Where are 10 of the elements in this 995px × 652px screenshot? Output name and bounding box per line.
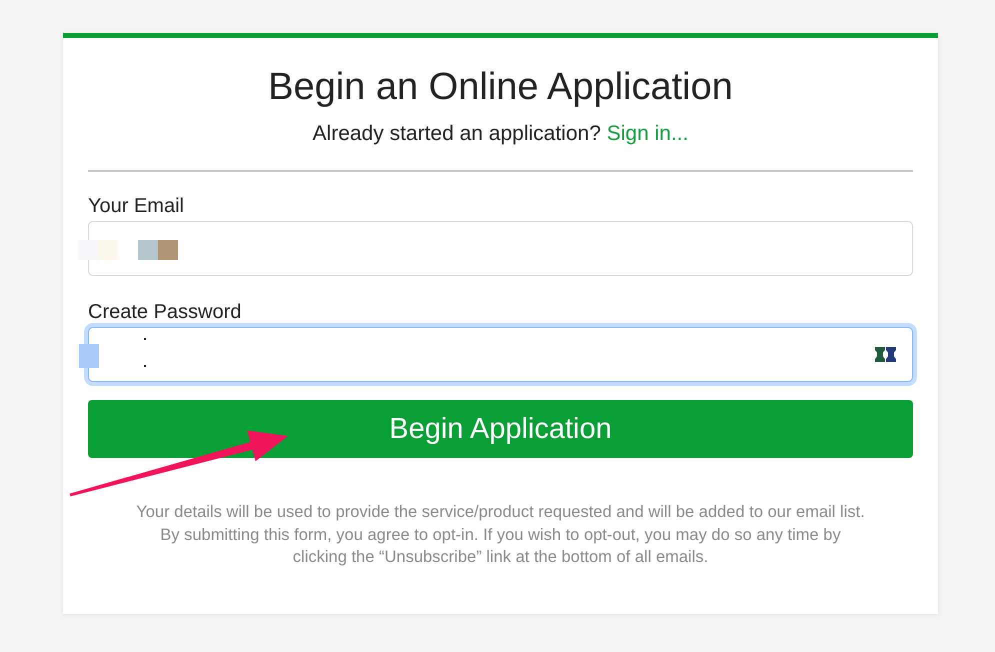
redaction-drawing (79, 338, 149, 369)
page-title: Begin an Online Application (267, 65, 734, 109)
signin-prompt: Already started an application? Sign in... (312, 121, 690, 147)
email-field[interactable] (88, 221, 913, 276)
disclaimer-text: Your details will be used to provide the service/product requested and will be added to our email list. By submitting this form, you agree to opt-in. If you wish to opt-out, you may do so any time by clicking the “Unsubscribe” link at the bottom of all emails. (135, 502, 866, 568)
begin-application-button[interactable]: Begin Application (88, 400, 913, 458)
field-label: Your Email (88, 194, 185, 219)
spool-icon[interactable] (875, 347, 896, 362)
field-label: Create Password (88, 300, 242, 325)
signin-link[interactable]: Sign in... (606, 122, 688, 145)
